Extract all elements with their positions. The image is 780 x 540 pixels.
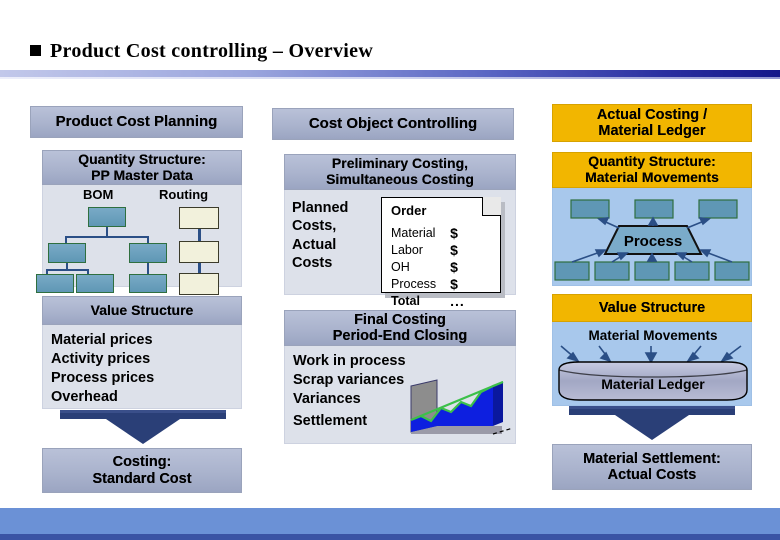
process-diagram: Process	[554, 199, 750, 281]
square-bullet-icon	[30, 45, 41, 56]
final-costing-body: Work in process Scrap variances Variance…	[284, 346, 516, 444]
down-arrow-left	[60, 410, 226, 444]
page-title: Product Cost controlling – Overview	[30, 40, 373, 63]
final-costing-header: Final Costing Period-End Closing	[284, 310, 516, 346]
material-settlement-result: Material Settlement: Actual Costs	[552, 444, 752, 490]
value-structure-body-left: Material prices Activity prices Process …	[42, 325, 242, 409]
bom-node-leaf	[76, 274, 114, 293]
routing-node	[179, 207, 219, 229]
order-row-amount: $	[450, 259, 458, 275]
material-movements-label: Material Movements	[588, 328, 718, 343]
order-row-label: Total	[391, 294, 420, 308]
value-structure-header-right: Value Structure	[552, 294, 752, 322]
preliminary-costing-body: Planned Costs, Actual Costs Order Materi…	[284, 190, 516, 309]
order-row-label: Material	[391, 226, 436, 240]
title-divider-shadow	[0, 77, 780, 79]
settlement-label: Settlement	[293, 413, 368, 429]
middle-column-header: Cost Object Controlling	[272, 108, 514, 140]
final-costing-items: Work in process Scrap variances Variance…	[293, 353, 406, 408]
bom-node-leaf	[129, 274, 167, 293]
bom-connector	[65, 236, 149, 238]
footer-bar-accent	[0, 534, 780, 540]
value-structure-items: Material prices Activity prices Process …	[51, 332, 155, 406]
order-document: Order Material $ Labor $ OH $ Process $	[381, 197, 501, 309]
order-row-label: Process	[391, 277, 437, 291]
right-column-header: Actual Costing / Material Ledger	[552, 104, 752, 142]
page-fold-icon	[482, 197, 501, 216]
table-row: Labor $	[391, 242, 465, 259]
order-row-amount: $	[450, 242, 458, 258]
routing-node	[179, 241, 219, 263]
bom-node-root	[88, 207, 126, 227]
material-ledger-body: Material Movements Material Ledger Mater…	[552, 322, 752, 406]
material-movements-header: Quantity Structure: Material Movements	[552, 152, 752, 188]
order-row-amount: ...	[450, 293, 465, 309]
order-row-label: Labor	[391, 243, 423, 257]
svg-text:Process: Process	[624, 233, 682, 250]
material-movements-body: Process Process	[552, 188, 752, 286]
left-column-header: Product Cost Planning	[30, 106, 243, 138]
down-arrow-right	[569, 406, 735, 440]
bom-node-child	[48, 243, 86, 263]
preliminary-costing-header: Preliminary Costing, Simultaneous Costin…	[284, 154, 516, 190]
bom-node-child	[129, 243, 167, 263]
costing-standard-cost: Costing: Standard Cost	[42, 448, 242, 493]
quantity-structure-body: BOM Routing	[36, 185, 242, 295]
routing-label: Routing	[159, 187, 209, 202]
planned-actual-costs-label: Planned Costs, Actual Costs	[292, 200, 349, 271]
bom-node-leaf	[36, 274, 74, 293]
title-divider	[0, 70, 780, 77]
order-row-amount: $	[450, 225, 458, 241]
table-row: Process $	[391, 276, 465, 293]
material-ledger-diagram: Material Ledger	[558, 345, 748, 401]
table-row: Material $	[391, 225, 465, 242]
bom-label: BOM	[83, 187, 114, 202]
table-row: OH $	[391, 259, 465, 276]
value-structure-header-left: Value Structure	[42, 296, 242, 325]
bom-connector	[46, 269, 89, 271]
svg-text:Material Ledger: Material Ledger	[601, 376, 705, 392]
order-row-amount: $	[450, 276, 458, 292]
3d-area-chart-icon	[410, 379, 514, 435]
order-cost-table: Material $ Labor $ OH $ Process $ Total	[391, 225, 465, 310]
order-document-title: Order	[391, 203, 427, 218]
table-row-total: Total ...	[391, 293, 465, 310]
page-title-text: Product Cost controlling – Overview	[50, 40, 374, 62]
quantity-structure-header: Quantity Structure: PP Master Data	[42, 150, 242, 185]
footer-bar	[0, 508, 780, 534]
routing-node	[179, 273, 219, 295]
order-row-label: OH	[391, 260, 410, 274]
